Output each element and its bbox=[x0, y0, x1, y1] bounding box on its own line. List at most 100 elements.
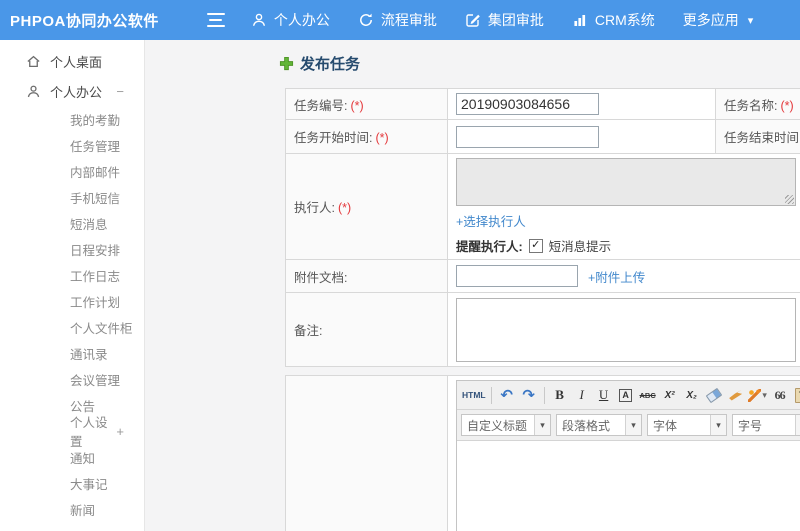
task-number-label: 任务编号: bbox=[294, 98, 348, 113]
nav-workflow-approval[interactable]: 流程审批 bbox=[358, 10, 437, 30]
custom-title-select[interactable]: 自定义标题 ▾ bbox=[461, 414, 551, 436]
collapse-icon[interactable]: − bbox=[116, 84, 124, 99]
font-family-select[interactable]: 字体 ▾ bbox=[647, 414, 727, 436]
sidebar-item-personal-file-cabinet[interactable]: 个人文件柜 bbox=[0, 314, 144, 340]
nav-crm-system[interactable]: CRM系统 bbox=[572, 10, 655, 30]
hamburger-icon[interactable] bbox=[206, 13, 225, 27]
nav-label: 个人办公 bbox=[273, 12, 330, 28]
eraser-icon[interactable] bbox=[704, 385, 724, 405]
task-name-label: 任务名称: bbox=[724, 98, 778, 113]
expand-icon[interactable]: + bbox=[116, 424, 124, 439]
nav-label: 集团审批 bbox=[487, 12, 544, 28]
redo-icon[interactable]: ↷ bbox=[519, 385, 539, 405]
format-brush-icon[interactable] bbox=[726, 385, 746, 405]
table-row: 备注: bbox=[285, 292, 800, 367]
sidebar-item-personal-office[interactable]: 个人办公 − bbox=[0, 76, 144, 106]
attachment-input[interactable] bbox=[456, 265, 578, 287]
required-mark: (*) bbox=[350, 98, 364, 113]
remark-label: 备注: bbox=[294, 324, 323, 338]
sidebar-item-my-attendance[interactable]: 我的考勤 bbox=[0, 106, 144, 132]
html-source-button[interactable]: HTML bbox=[462, 385, 486, 405]
italic-button[interactable]: I bbox=[572, 385, 592, 405]
topbar-nav: 个人办公 流程审批 集团审批 CRM系统 更多应用 ▾ bbox=[251, 10, 753, 30]
app-logo: PHPOA协同办公软件 bbox=[10, 12, 159, 30]
auto-typeset-icon[interactable]: ▾ bbox=[748, 385, 768, 405]
sidebar-item-work-log[interactable]: 工作日志 bbox=[0, 262, 144, 288]
choose-executor-link[interactable]: +选择执行人 bbox=[456, 211, 526, 230]
nav-more-apps[interactable]: 更多应用 ▾ bbox=[683, 10, 754, 30]
workflow-icon bbox=[358, 12, 374, 28]
sidebar: 个人桌面 个人办公 − 我的考勤 任务管理 内部邮件手机短信短消息 日程安排工作日志工作计划… bbox=[0, 40, 145, 531]
attachment-upload-link[interactable]: +附件上传 bbox=[588, 267, 645, 286]
sidebar-item-short-message[interactable]: 短消息 bbox=[0, 210, 144, 236]
end-time-label: 任务结束时间: bbox=[724, 131, 800, 145]
user-icon bbox=[251, 12, 267, 28]
sidebar-item-notice[interactable]: 通知 bbox=[0, 444, 144, 470]
undo-icon[interactable]: ↶ bbox=[497, 385, 517, 405]
nav-label: 流程审批 bbox=[380, 12, 437, 28]
subscript-button[interactable]: X₂ bbox=[682, 385, 702, 405]
nav-label: CRM系统 bbox=[594, 12, 655, 28]
font-border-button[interactable]: A bbox=[616, 385, 636, 405]
sidebar-item-label: 个人设置 bbox=[70, 416, 108, 449]
caret-down-icon: ▾ bbox=[710, 415, 726, 435]
table-row: 执行人: (*) +选择执行人 提醒执行人: ✓ 短消息提示 bbox=[285, 153, 800, 260]
main-content: 发布任务 任务编号:(*) 任务名称:(*) 任务开始时间:(*) 任务结束时间… bbox=[146, 40, 800, 531]
sidebar-item-work-plan[interactable]: 工作计划 bbox=[0, 288, 144, 314]
required-mark: (*) bbox=[780, 98, 794, 113]
nav-personal-office[interactable]: 个人办公 bbox=[251, 10, 330, 30]
sidebar-item-label: 会议管理 bbox=[70, 373, 121, 388]
sidebar-item-meeting-management[interactable]: 会议管理 bbox=[0, 366, 144, 392]
table-row: 附件文档: +附件上传 bbox=[285, 259, 800, 293]
bold-button[interactable]: B bbox=[550, 385, 570, 405]
paragraph-format-select[interactable]: 段落格式 ▾ bbox=[556, 414, 642, 436]
caret-down-icon: ▾ bbox=[747, 14, 754, 27]
sidebar-item-label: 新闻 bbox=[70, 503, 96, 518]
start-time-label: 任务开始时间: bbox=[294, 131, 373, 145]
remind-executor-label: 提醒执行人: bbox=[456, 240, 523, 254]
underline-button[interactable]: U bbox=[594, 385, 614, 405]
table-row: 任务开始时间:(*) 任务结束时间:(*) bbox=[285, 119, 800, 154]
remark-textarea[interactable] bbox=[456, 297, 796, 362]
sidebar-item-task-management[interactable]: 任务管理 bbox=[0, 132, 144, 158]
task-form-table: 任务编号:(*) 任务名称:(*) 任务开始时间:(*) 任务结束时间:(*) … bbox=[285, 88, 800, 367]
attachment-label: 附件文档: bbox=[294, 270, 348, 285]
font-size-select[interactable]: 字号▾ bbox=[732, 414, 800, 436]
phpoa-app-window: PHPOA协同办公软件 个人办公 流程审批 集团审批 CRM系统 更多应用 ▾ 个人桌面个… bbox=[0, 0, 800, 531]
sidebar-item-internal-mail[interactable]: 内部邮件 bbox=[0, 158, 144, 184]
sidebar-item-personal-desktop[interactable]: 个人桌面 bbox=[0, 46, 144, 76]
blockquote-button[interactable]: 66 bbox=[770, 385, 790, 405]
page-title: 发布任务 bbox=[300, 56, 361, 73]
add-plus-icon bbox=[279, 56, 294, 71]
sidebar-item-label: 手机短信 bbox=[70, 191, 121, 206]
sidebar-item-memorabilia[interactable]: 大事记 bbox=[0, 470, 144, 496]
rich-text-editor: HTML↶↷BIUAABCX²X₂▾66A▾ 自定义标题▾段落格式▾字体▾字号▾ bbox=[456, 380, 800, 531]
sidebar-item-personal-settings[interactable]: 个人设置 + bbox=[0, 416, 144, 449]
user-icon bbox=[26, 84, 41, 99]
superscript-button[interactable]: X² bbox=[660, 385, 680, 405]
home-icon bbox=[26, 54, 41, 69]
executor-label: 执行人: bbox=[294, 201, 335, 215]
editor-content-area[interactable] bbox=[457, 441, 800, 531]
table-row: 任务编号:(*) 任务名称:(*) bbox=[285, 88, 800, 120]
sidebar-item-news[interactable]: 新闻 bbox=[0, 496, 144, 522]
page-header: 发布任务 bbox=[279, 53, 360, 74]
toolbar-separator bbox=[543, 386, 545, 404]
editor-toolbar-row2: 自定义标题▾段落格式▾字体▾字号▾ bbox=[457, 410, 800, 441]
sidebar-item-schedule[interactable]: 日程安排 bbox=[0, 236, 144, 262]
sms-remind-checkbox[interactable]: ✓ bbox=[528, 238, 543, 253]
start-time-input[interactable] bbox=[456, 125, 599, 148]
caret-down-icon: ▾ bbox=[625, 415, 641, 435]
task-number-input[interactable] bbox=[456, 93, 599, 115]
strikethrough-button[interactable]: ABC bbox=[638, 385, 658, 405]
paste-text-icon[interactable] bbox=[792, 385, 800, 405]
sidebar-item-mobile-sms[interactable]: 手机短信 bbox=[0, 184, 144, 210]
required-mark: (*) bbox=[375, 131, 389, 145]
executor-textarea[interactable] bbox=[456, 158, 796, 206]
table-row: 任务描述:(*) HTML↶↷BIUAABCX²X₂▾66A▾ 自定义标题▾段落… bbox=[285, 375, 800, 531]
nav-label: 更多应用 bbox=[682, 12, 739, 28]
nav-group-approval[interactable]: 集团审批 bbox=[465, 10, 544, 30]
toolbar-separator bbox=[490, 386, 492, 404]
sidebar-item-contacts[interactable]: 通讯录 bbox=[0, 340, 144, 366]
sidebar-item-label: 工作日志 bbox=[70, 269, 121, 284]
